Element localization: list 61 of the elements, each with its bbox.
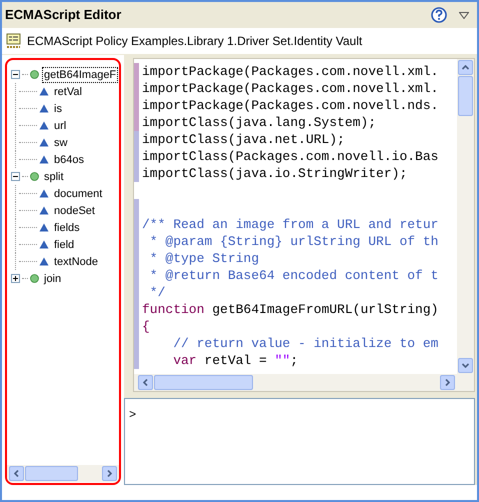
scroll-left-button[interactable] (9, 466, 24, 481)
chevron-right-icon (445, 379, 450, 386)
chevron-down-icon (462, 363, 469, 368)
script-file-icon (6, 33, 22, 49)
chevron-right-icon (107, 470, 112, 477)
console-prompt: > (129, 408, 136, 422)
chevron-left-icon (14, 470, 19, 477)
tree-item[interactable]: sw (53, 136, 68, 150)
tree-item[interactable]: is (53, 102, 63, 116)
expand-toggle[interactable] (11, 274, 20, 283)
dropdown-arrow-icon[interactable] (459, 12, 469, 18)
scrollbar-thumb[interactable] (458, 76, 473, 116)
tree-item[interactable]: textNode (53, 254, 100, 268)
code-line: * @type String (148, 250, 260, 267)
path-label: ECMAScript Policy Examples.Library 1.Driver Set.Identity Vault (27, 33, 362, 50)
circle-icon (30, 172, 39, 181)
window-title: ECMAScript Editor (5, 6, 122, 24)
code-line: /** Read an image from a URL and retur (142, 216, 438, 233)
scroll-down-button[interactable] (458, 358, 473, 373)
circle-icon (30, 274, 39, 283)
scroll-right-button[interactable] (102, 466, 117, 481)
scrollbar-thumb[interactable] (25, 466, 78, 481)
tree-item[interactable]: document (53, 186, 104, 200)
code-line: */ (148, 284, 166, 301)
tree-item[interactable]: join (43, 272, 62, 286)
scroll-left-button[interactable] (138, 375, 153, 390)
tree-item[interactable]: getB64ImageF (43, 68, 118, 82)
code-line: * @return Base64 encoded content of t (148, 267, 438, 284)
code-line: // return value - initialize to em (172, 335, 438, 352)
console-panel[interactable]: > (124, 398, 475, 485)
code-editor[interactable] (133, 58, 475, 392)
code-line: importPackage(Packages.com.novell.xml. (142, 63, 438, 80)
scroll-right-button[interactable] (440, 375, 455, 390)
horizontal-scrollbar[interactable] (134, 374, 474, 391)
tree-item[interactable]: field (53, 238, 76, 252)
code-line: importClass(java.lang.System); (142, 114, 376, 131)
collapse-toggle[interactable] (11, 70, 20, 79)
scroll-up-button[interactable] (458, 60, 473, 75)
scrollbar-track[interactable] (7, 465, 119, 482)
scrollbar-thumb[interactable] (154, 375, 253, 390)
vertical-scrollbar[interactable] (457, 59, 474, 374)
tree-item[interactable]: split (43, 170, 65, 184)
chevron-left-icon (143, 379, 148, 386)
code-line: importClass(java.net.URL); (142, 131, 345, 148)
code-line: importPackage(Packages.com.novell.xml. (142, 80, 438, 97)
code-line: importClass(Packages.com.novell.io.Bas (142, 148, 438, 165)
code-line: var retVal = ""; (172, 352, 298, 369)
tree-item[interactable]: b64os (53, 152, 85, 166)
help-icon[interactable] (431, 7, 447, 23)
code-line: importPackage(Packages.com.novell.nds. (142, 97, 438, 114)
code-line: function getB64ImageFromURL(urlString) (142, 301, 438, 318)
code-line: importClass(java.io.StringWriter); (142, 165, 408, 182)
tree-item[interactable]: nodeSet (53, 204, 96, 218)
chevron-up-icon (462, 65, 469, 70)
tree-item[interactable]: url (53, 118, 68, 132)
tree-item[interactable]: fields (53, 220, 81, 234)
circle-icon (30, 70, 39, 79)
code-line: * @param {String} urlString URL of th (148, 233, 438, 250)
tree-item[interactable]: retVal (53, 84, 83, 98)
collapse-toggle[interactable] (11, 172, 20, 181)
code-line: { (142, 318, 150, 335)
